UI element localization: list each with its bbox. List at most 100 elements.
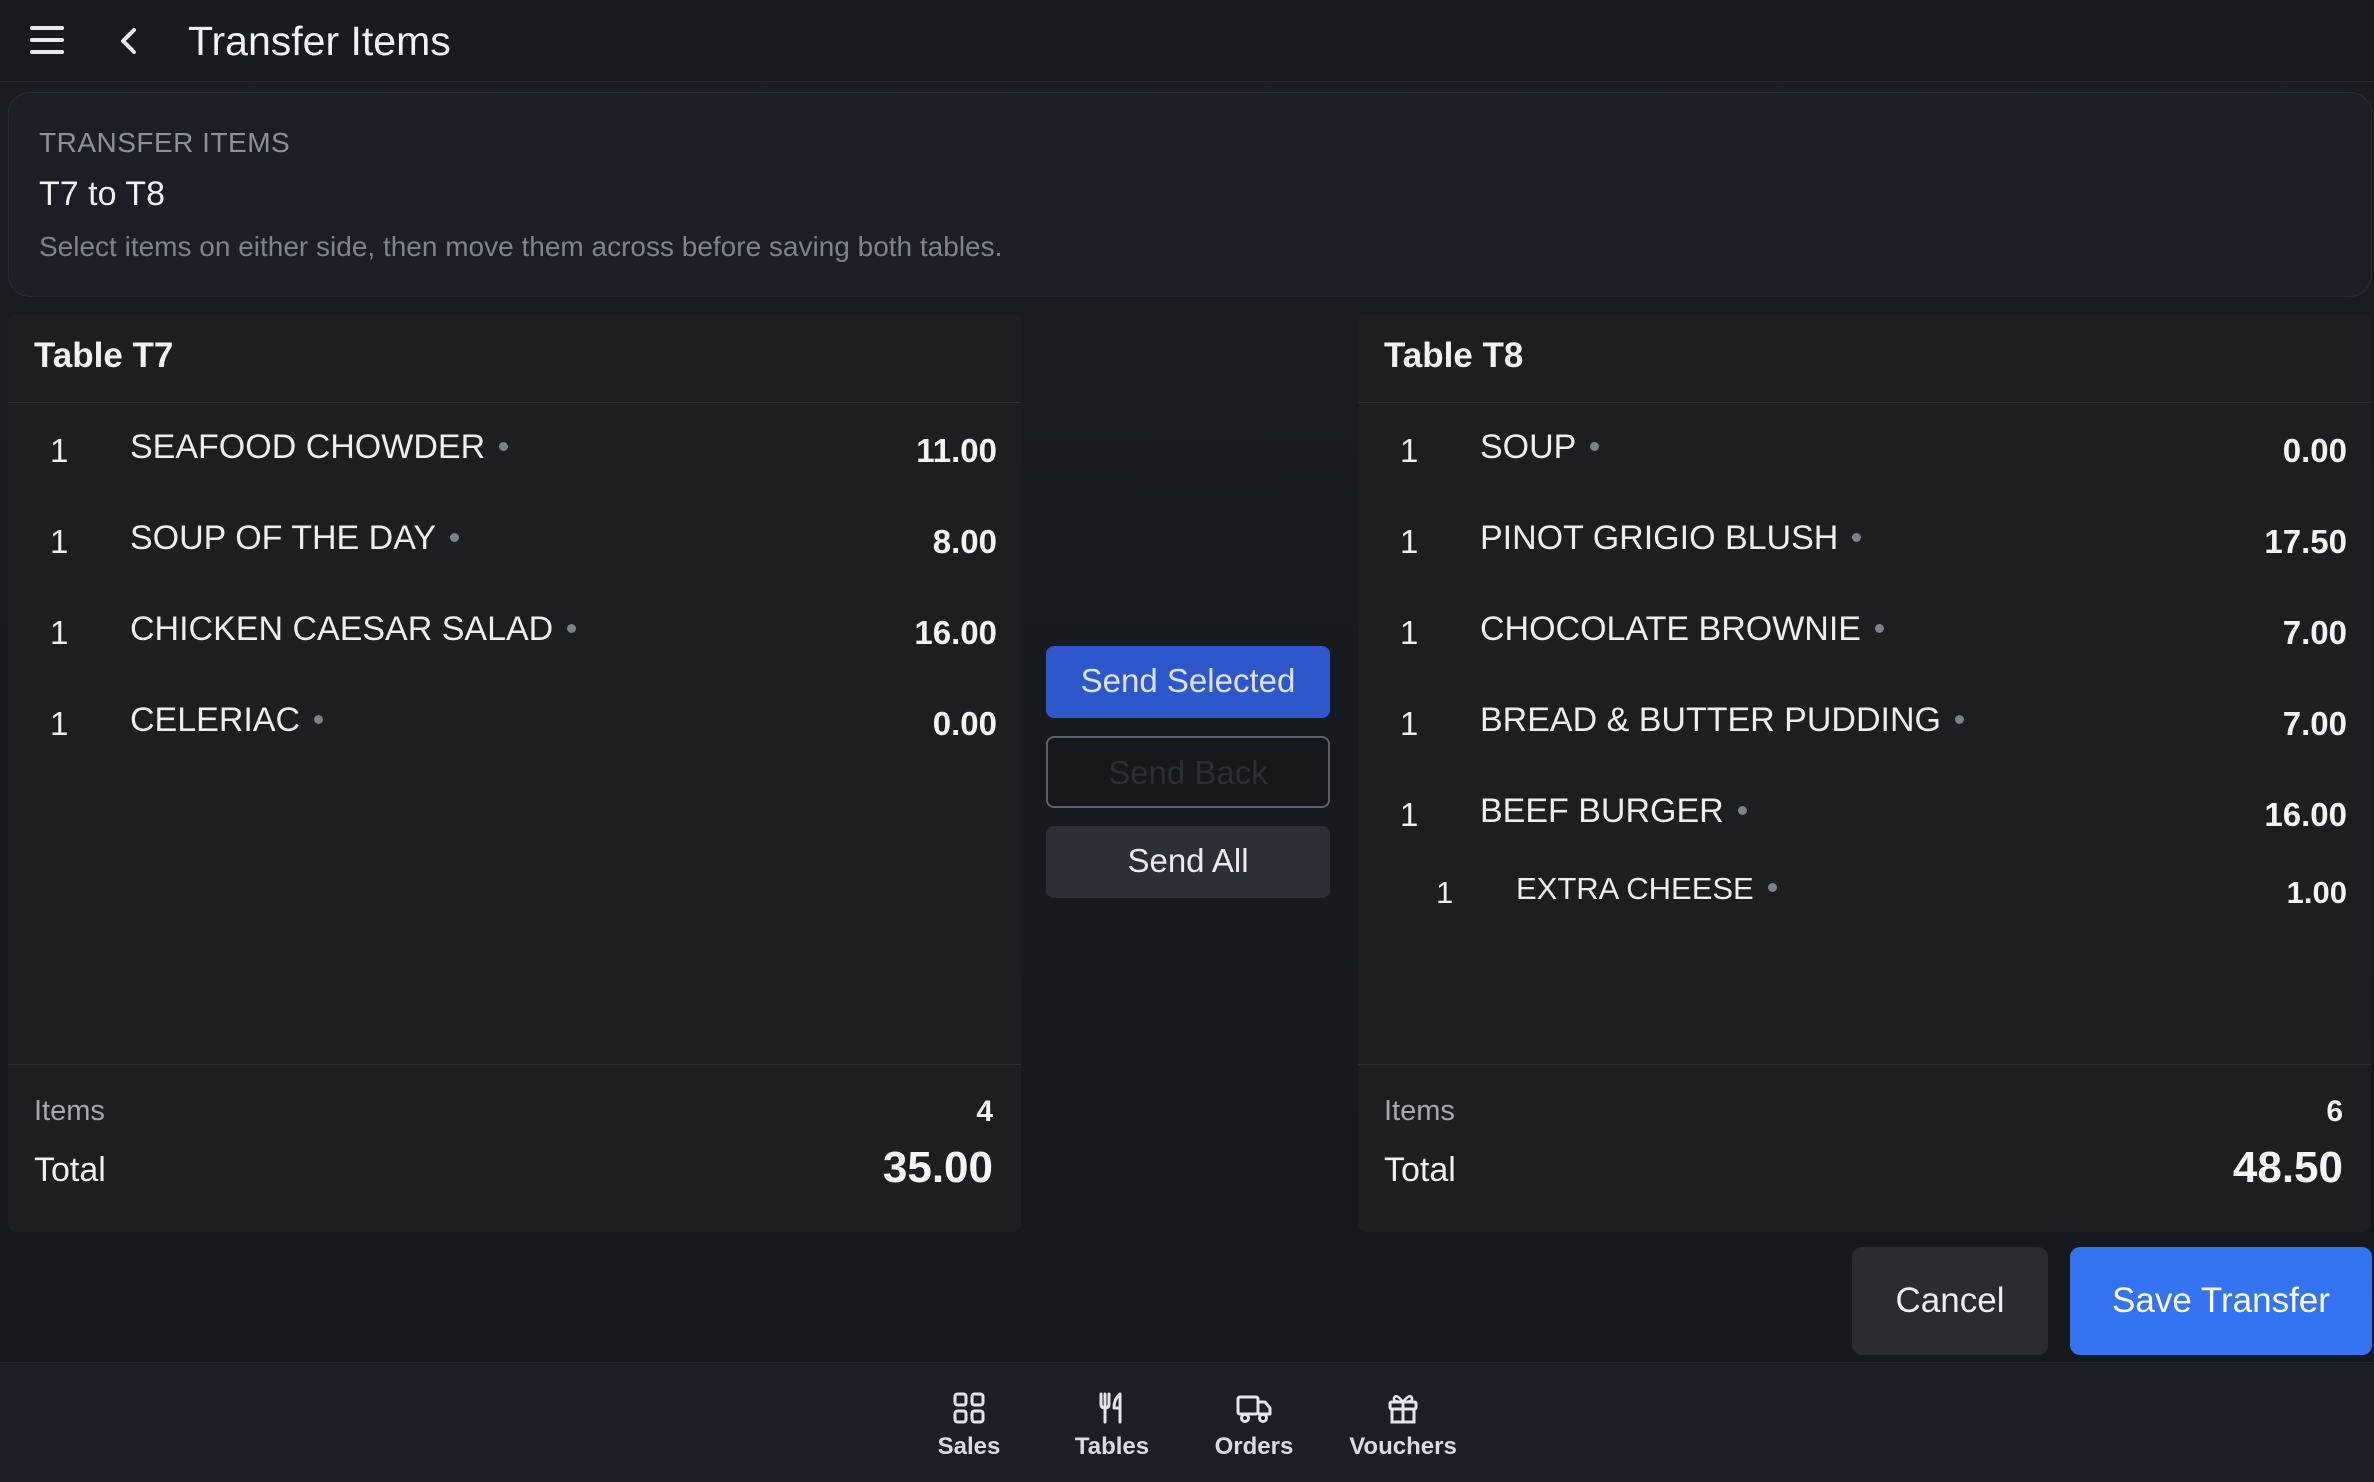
transfer-eyebrow: TRANSFER ITEMS <box>39 127 291 158</box>
top-bar: Transfer Items <box>0 0 2374 82</box>
app-root: Transfer Items TRANSFER ITEMS T7 to T8 S… <box>0 0 2374 1482</box>
send-all-button[interactable]: Send All <box>1046 826 1330 898</box>
item-qty: 1 <box>1400 523 1419 560</box>
item-price: 7.00 <box>2282 705 2347 742</box>
nav-tables[interactable]: Tables <box>1047 1391 1177 1461</box>
nav-label: Vouchers <box>1349 1433 1457 1460</box>
item-price: 16.00 <box>2264 796 2347 833</box>
item-qty: 1 <box>1400 796 1419 833</box>
left-item-row[interactable]: 1 CHICKEN CAESAR SALAD 16.00 <box>8 602 1021 662</box>
items-label: Items <box>1384 1095 1455 1127</box>
item-dot-icon <box>450 532 460 542</box>
save-transfer-button[interactable]: Save Transfer <box>2070 1247 2372 1355</box>
item-name: BEEF BURGER <box>1480 792 1724 830</box>
right-item-row[interactable]: 1 SOUP 0.00 <box>1358 420 2371 480</box>
right-item-row[interactable]: 1 BEEF BURGER 16.00 <box>1358 784 2371 844</box>
item-name-wrap: SOUP <box>1480 428 1600 467</box>
item-name: EXTRA CHEESE <box>1516 871 1754 906</box>
item-qty: 1 <box>1400 614 1419 651</box>
item-name: SOUP <box>1480 428 1577 466</box>
right-table-footer: Items 6 Total 48.50 <box>1358 1064 2371 1232</box>
item-price: 1.00 <box>2286 875 2347 910</box>
item-name-wrap: CELERIAC <box>130 701 324 740</box>
gift-icon <box>1388 1394 1418 1424</box>
right-item-row[interactable]: 1 CHOCOLATE BROWNIE 7.00 <box>1358 602 2371 662</box>
left-table-panel: Table T7 1 SEAFOOD CHOWDER 11.00 1 SOUP … <box>8 314 1021 1232</box>
item-name-wrap: SEAFOOD CHOWDER <box>130 428 509 467</box>
item-dot-icon <box>1767 883 1777 893</box>
item-qty: 1 <box>1400 432 1419 469</box>
item-name-wrap: CHOCOLATE BROWNIE <box>1480 610 1884 649</box>
item-name: CELERIAC <box>130 701 301 739</box>
nav-label: Orders <box>1214 1433 1294 1460</box>
item-dot-icon <box>567 623 577 633</box>
total-value: 35.00 <box>882 1143 993 1192</box>
items-count: 4 <box>976 1095 993 1128</box>
send-selected-button[interactable]: Send Selected <box>1046 646 1330 718</box>
left-table-title: Table T7 <box>34 336 174 375</box>
item-qty: 1 <box>1436 875 1454 910</box>
item-name-wrap: EXTRA CHEESE <box>1516 871 1777 907</box>
item-qty: 1 <box>1400 705 1419 742</box>
item-name-wrap: CHICKEN CAESAR SALAD <box>130 610 577 649</box>
item-price: 8.00 <box>932 523 997 560</box>
item-price: 16.00 <box>914 614 997 651</box>
item-dot-icon <box>499 441 509 451</box>
nav-label: Tables <box>1074 1433 1150 1460</box>
total-label: Total <box>34 1151 106 1189</box>
item-dot-icon <box>1874 623 1884 633</box>
left-item-row[interactable]: 1 SOUP OF THE DAY 8.00 <box>8 511 1021 571</box>
right-table-panel: Table T8 1 SOUP 0.00 1 PINOT GRIGIO BLUS… <box>1358 314 2371 1232</box>
item-dot-icon <box>1590 441 1600 451</box>
nav-label: Sales <box>937 1433 1001 1460</box>
item-dot-icon <box>1954 714 1964 724</box>
menu-icon[interactable] <box>30 26 66 56</box>
utensils-icon <box>1099 1392 1122 1424</box>
chevron-left-icon[interactable] <box>114 22 144 60</box>
item-dot-icon <box>1737 805 1747 815</box>
right-modifier-row[interactable]: 1 EXTRA CHEESE 1.00 <box>1358 863 2371 923</box>
item-name: BREAD & BUTTER PUDDING <box>1480 701 1941 739</box>
item-name-wrap: BEEF BURGER <box>1480 792 1747 831</box>
nav-orders[interactable]: Orders <box>1189 1391 1319 1461</box>
items-label: Items <box>34 1095 105 1127</box>
item-name: SEAFOOD CHOWDER <box>130 428 486 466</box>
left-item-row[interactable]: 1 CELERIAC 0.00 <box>8 693 1021 753</box>
item-price: 11.00 <box>916 432 997 469</box>
item-name: CHOCOLATE BROWNIE <box>1480 610 1861 648</box>
item-name: CHICKEN CAESAR SALAD <box>130 610 554 648</box>
item-price: 0.00 <box>932 705 997 742</box>
transfer-description: Select items on either side, then move t… <box>39 231 1003 262</box>
grid-icon <box>953 1392 985 1424</box>
nav-vouchers[interactable]: Vouchers <box>1338 1391 1468 1461</box>
item-name-wrap: SOUP OF THE DAY <box>130 519 460 558</box>
cancel-button[interactable]: Cancel <box>1852 1247 2048 1355</box>
transfer-header-card: TRANSFER ITEMS T7 to T8 Select items on … <box>8 92 2372 297</box>
truck-icon <box>1236 1395 1272 1423</box>
nav-sales[interactable]: Sales <box>904 1391 1034 1461</box>
items-count: 6 <box>2326 1095 2343 1128</box>
item-qty: 1 <box>50 705 69 742</box>
divider <box>1358 402 2371 403</box>
item-name-wrap: PINOT GRIGIO BLUSH <box>1480 519 1862 558</box>
bottom-nav: Sales Tables Orders Vouchers <box>0 1362 2374 1482</box>
total-label: Total <box>1384 1151 1456 1189</box>
item-name: PINOT GRIGIO BLUSH <box>1480 519 1839 557</box>
right-item-row[interactable]: 1 BREAD & BUTTER PUDDING 7.00 <box>1358 693 2371 753</box>
total-value: 48.50 <box>2232 1143 2343 1192</box>
item-dot-icon <box>314 714 324 724</box>
item-name: SOUP OF THE DAY <box>130 519 437 557</box>
left-item-row[interactable]: 1 SEAFOOD CHOWDER 11.00 <box>8 420 1021 480</box>
send-back-button[interactable]: Send Back <box>1046 736 1330 808</box>
page-title: Transfer Items <box>188 18 451 64</box>
item-dot-icon <box>1852 532 1862 542</box>
item-price: 0.00 <box>2282 432 2347 469</box>
item-qty: 1 <box>50 523 69 560</box>
item-price: 7.00 <box>2282 614 2347 651</box>
right-item-row[interactable]: 1 PINOT GRIGIO BLUSH 17.50 <box>1358 511 2371 571</box>
item-qty: 1 <box>50 614 69 651</box>
right-table-title: Table T8 <box>1384 336 1524 375</box>
item-name-wrap: BREAD & BUTTER PUDDING <box>1480 701 1964 740</box>
left-table-footer: Items 4 Total 35.00 <box>8 1064 1021 1232</box>
transfer-route: T7 to T8 <box>39 175 165 213</box>
